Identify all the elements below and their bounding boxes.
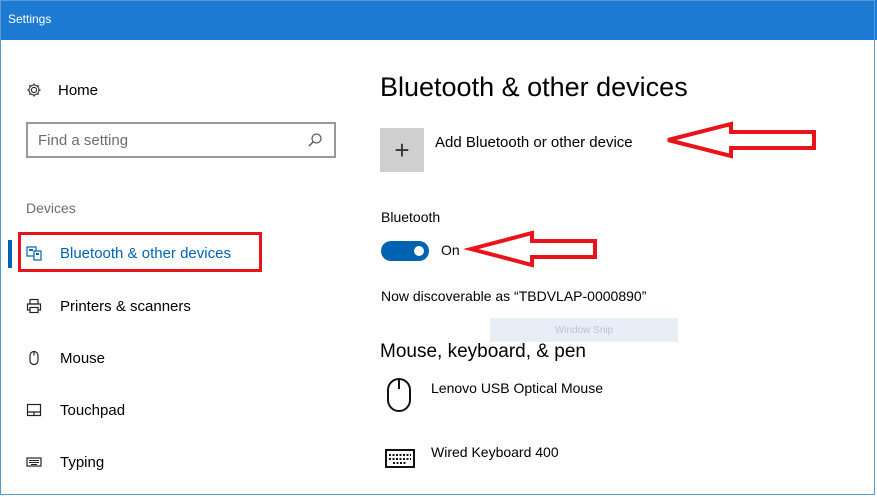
window-frame — [0, 0, 875, 495]
